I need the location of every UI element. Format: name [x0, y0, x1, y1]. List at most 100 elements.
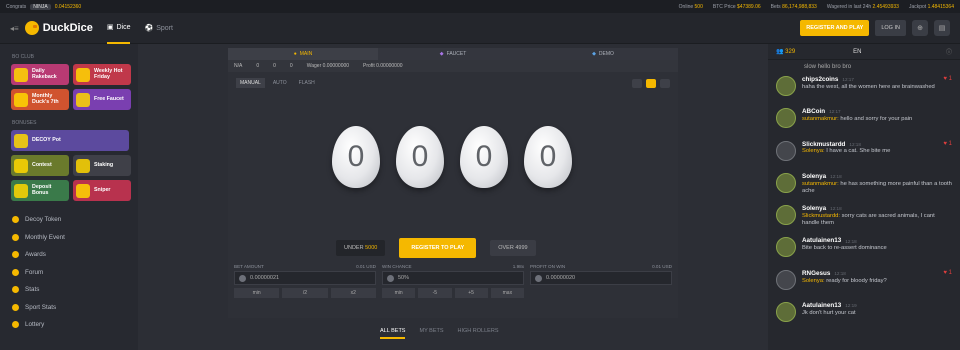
- wagered-stat: Wagered in last 24h 2.45493933: [826, 3, 899, 10]
- heart-icon[interactable]: ♥ 1: [943, 141, 952, 149]
- sport-stats-icon: [12, 303, 19, 311]
- avatar[interactable]: [776, 269, 796, 290]
- tab-sport[interactable]: ⚽ Sport: [144, 13, 172, 44]
- card-sniper[interactable]: Sniper: [73, 180, 131, 201]
- egg-digit: 0: [460, 126, 508, 188]
- login-button[interactable]: LOG IN: [875, 20, 906, 36]
- chat-message-partial: slow hello bro bro: [804, 64, 852, 70]
- bets-stat: Bets 86,174,988,833: [770, 3, 817, 10]
- profit-on-win-input[interactable]: 0.00000020: [530, 271, 672, 285]
- chat-toggle-icon[interactable]: ▤: [934, 20, 950, 36]
- chat-text: Solenya: ready for bloody friday?: [802, 277, 887, 284]
- menu-toggle-icon[interactable]: ◂≡: [10, 24, 19, 33]
- stat-losses: 0: [289, 63, 293, 69]
- tab-my-bets[interactable]: MY BETS: [419, 328, 443, 339]
- sport-icon: ⚽: [144, 25, 154, 32]
- chance-plus-button[interactable]: +5: [454, 288, 488, 298]
- sidebar-item-forum[interactable]: Forum: [0, 264, 138, 282]
- token-icon: [12, 216, 19, 224]
- heart-icon[interactable]: ♥ 1: [943, 270, 952, 278]
- duckdice-logo[interactable]: DuckDice: [24, 21, 93, 35]
- sidebar-item-monthly-event[interactable]: Monthly Event: [0, 229, 138, 247]
- bet-double-button[interactable]: x2: [330, 288, 376, 298]
- register-to-play-button[interactable]: REGISTER TO PLAY: [399, 238, 477, 258]
- chat-username[interactable]: RNGesus: [802, 270, 830, 278]
- mode-manual[interactable]: MANUAL: [236, 78, 265, 88]
- main-area: ● MAIN ◆ FAUCET ◆ DEMO N/A 0 0 0 Wager 0.00…: [138, 44, 768, 350]
- chat-language-select[interactable]: EN: [853, 49, 861, 55]
- heart-icon[interactable]: ♥ 1: [943, 76, 952, 84]
- sidebar-item-sport-stats[interactable]: Sport Stats: [0, 299, 138, 317]
- chat-mention[interactable]: Solenya:: [802, 148, 825, 154]
- chat-mention[interactable]: sutanmakmur:: [802, 181, 839, 187]
- chat-mention[interactable]: Slickmustardd:: [802, 213, 840, 219]
- stats-row: N/A 0 0 0 Wager 0.00000000 Profit 0.0000…: [228, 60, 678, 72]
- chance-min-button[interactable]: min: [382, 288, 416, 298]
- card-free-faucet[interactable]: Free Faucet: [73, 89, 131, 110]
- avatar[interactable]: [776, 140, 796, 161]
- card-daily-rakeback[interactable]: Daily Rakeback: [11, 64, 69, 85]
- tab-demo[interactable]: ◆ DEMO: [528, 48, 678, 60]
- card-weekly-hot-friday[interactable]: Weekly Hot Friday: [73, 64, 131, 85]
- mode-flash[interactable]: FLASH: [295, 78, 319, 88]
- chance-max-button[interactable]: max: [490, 288, 524, 298]
- register-button[interactable]: REGISTER AND PLAY: [800, 20, 870, 36]
- chat-text: sutanmakmur: he has something more painf…: [802, 180, 952, 194]
- tab-all-bets[interactable]: ALL BETS: [380, 328, 406, 339]
- stat-wins: 0: [273, 63, 276, 69]
- bet-amount-input[interactable]: 0.00000021: [234, 271, 376, 285]
- bets-tabs: ALL BETS MY BETS HIGH ROLLERS: [380, 328, 499, 339]
- bonuses-section-title: BONUSES: [12, 120, 37, 126]
- avatar[interactable]: [776, 205, 796, 226]
- sidebar-item-decoy-token[interactable]: Decoy Token: [0, 211, 138, 229]
- chat-message: chips2coins 12:17 ♥ 1 haha the west, all t…: [768, 72, 960, 104]
- tab-faucet[interactable]: ◆ FAUCET: [378, 48, 528, 60]
- gear-icon[interactable]: [660, 78, 670, 88]
- chat-username[interactable]: ABCoin: [802, 108, 825, 116]
- chat-messages: slow hello bro bro chips2coins 12:17 ♥ 1 h…: [768, 64, 960, 330]
- chat-username[interactable]: Solenya: [802, 173, 826, 181]
- win-chance-input[interactable]: 50%: [382, 271, 524, 285]
- tab-dice[interactable]: ▣ Dice: [106, 13, 131, 44]
- chat-mention[interactable]: Solenya:: [802, 278, 825, 284]
- profit-on-win-field: PROFIT ON WIN 0.01 USD 0.00000020: [530, 264, 672, 298]
- bet-under-button[interactable]: UNDER 5000: [336, 240, 386, 256]
- card-decoy-pot[interactable]: DECOY Pot: [11, 130, 129, 151]
- tab-high-rollers[interactable]: HIGH ROLLERS: [458, 328, 499, 339]
- card-staking[interactable]: Staking: [73, 155, 131, 176]
- avatar[interactable]: [776, 302, 796, 323]
- chat-mention[interactable]: sutanmakmur:: [802, 116, 839, 122]
- card-contest[interactable]: Contest: [11, 155, 69, 176]
- chat-message: Slickmustardd 12:18 ♥ 1 Solenya: I have a …: [768, 137, 960, 169]
- stat-bets: 0: [256, 63, 260, 69]
- bet-over-button[interactable]: OVER 4999: [490, 240, 536, 256]
- sniper-icon: [76, 183, 90, 198]
- hotkeys-icon[interactable]: [646, 78, 656, 88]
- chat-message: RNGesus 12:18 ♥ 1 Solenya: ready for blood…: [768, 266, 960, 298]
- bet-min-button[interactable]: min: [234, 288, 280, 298]
- winner-badge[interactable]: NINJA: [30, 3, 51, 10]
- avatar[interactable]: [776, 76, 796, 96]
- card-deposit-bonus[interactable]: Deposit Bonus: [11, 180, 69, 201]
- avatar[interactable]: [776, 172, 796, 193]
- settings-icon[interactable]: ⊕: [912, 20, 928, 36]
- sidebar-item-awards[interactable]: Awards: [0, 246, 138, 264]
- trophy-icon: [12, 251, 19, 259]
- chat-username[interactable]: chips2coins: [802, 76, 838, 84]
- sidebar-item-lottery[interactable]: Lottery: [0, 316, 138, 334]
- chat-username[interactable]: Slickmustardd: [802, 141, 845, 149]
- card-monthly-ducks-7th[interactable]: Monthly Duck's 7th: [11, 89, 69, 110]
- chat-username[interactable]: Solenya: [802, 205, 826, 213]
- avatar[interactable]: [776, 237, 796, 258]
- chart-icon[interactable]: [632, 78, 642, 88]
- chat-username[interactable]: Aatulainen13: [802, 237, 841, 245]
- main-header: ◂≡ DuckDice ▣ Dice ⚽ Sport REGISTER AND PL…: [0, 13, 960, 44]
- bet-half-button[interactable]: /2: [282, 288, 328, 298]
- sidebar-item-stats[interactable]: Stats: [0, 281, 138, 299]
- chat-username[interactable]: Aatulainen13: [802, 302, 841, 310]
- avatar[interactable]: [776, 108, 796, 129]
- info-icon[interactable]: ⓘ: [946, 47, 952, 56]
- chance-minus-button[interactable]: -5: [418, 288, 452, 298]
- mode-auto[interactable]: AUTO: [269, 78, 291, 88]
- tab-main[interactable]: ● MAIN: [228, 48, 378, 60]
